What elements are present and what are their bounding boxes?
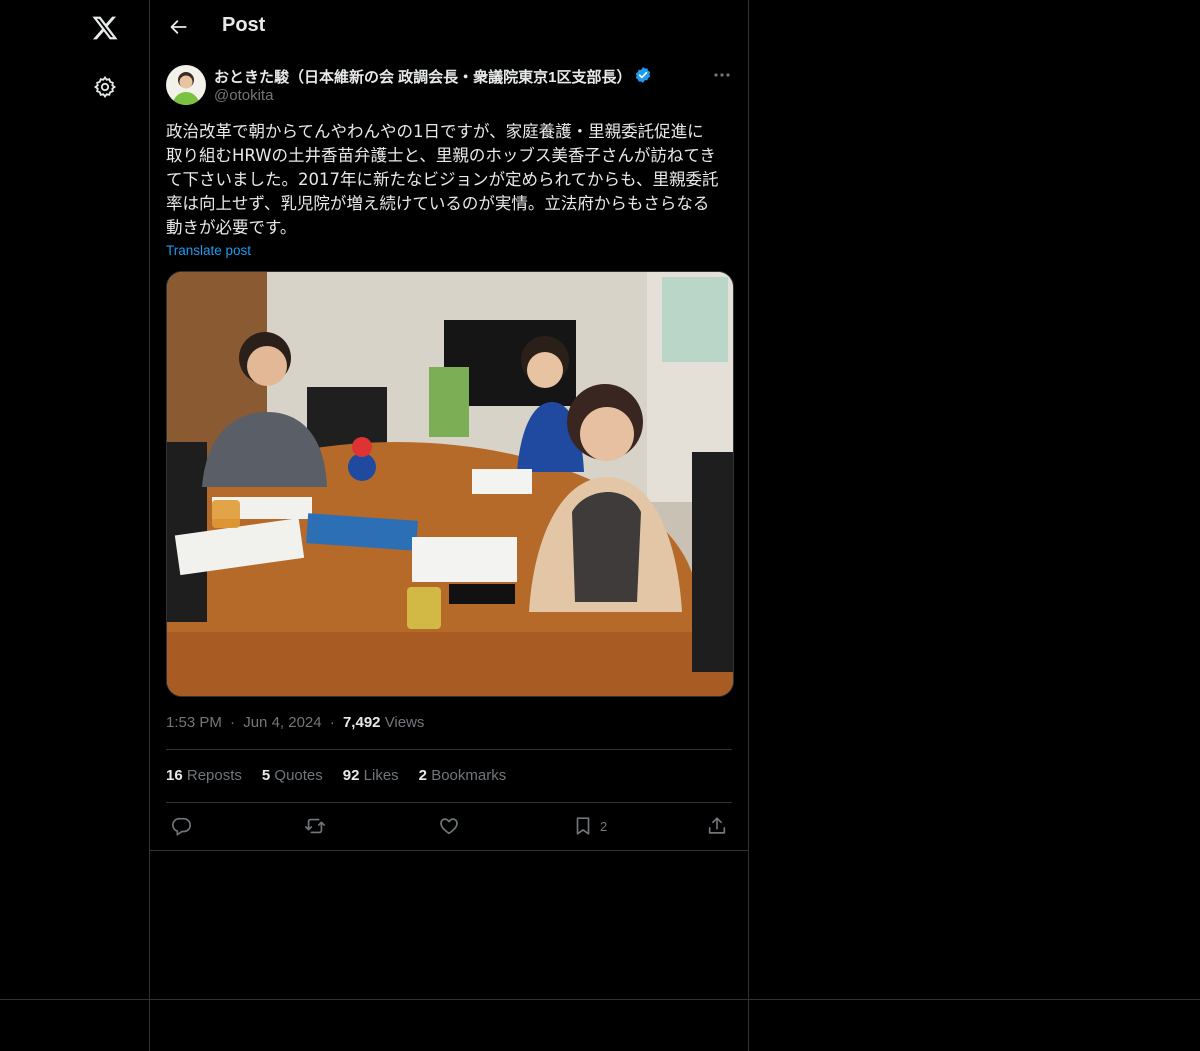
post-text-line: 取り組むHRWの土井香苗弁護士と、里親のホッブス美香子さんが訪ねてき <box>166 146 716 165</box>
gear-icon[interactable] <box>85 67 125 107</box>
like-heart-icon[interactable] <box>438 814 460 838</box>
post-header: Post <box>150 0 748 54</box>
post-date[interactable]: Jun 4, 2024 <box>243 714 321 731</box>
post-text-line: 率は向上せず、乳児院が増え続けているのが実情。立法府からもさらなる <box>166 194 710 213</box>
divider <box>150 850 748 851</box>
bookmarks-count: 2 <box>418 767 428 784</box>
bottom-divider <box>748 1000 749 1051</box>
likes-count: 92 <box>342 767 360 784</box>
likes-label: Likes <box>363 767 399 784</box>
bottom-divider <box>0 999 1200 1000</box>
left-rail <box>0 0 150 1000</box>
share-icon[interactable] <box>706 814 728 838</box>
bookmark-icon[interactable]: 2 <box>572 814 607 838</box>
meta-separator: · <box>230 714 236 731</box>
bookmarks-label: Bookmarks <box>431 767 507 784</box>
x-logo-icon[interactable] <box>85 8 125 48</box>
post-stats: 16 Reposts 5 Quotes 92 Likes 2 Bookmarks <box>166 767 506 784</box>
page-title: Post <box>222 14 266 36</box>
bookmark-count: 2 <box>600 818 608 834</box>
likes-stat[interactable]: 92 Likes <box>343 767 399 784</box>
post-text-line: 動きが必要です。 <box>166 218 297 237</box>
divider <box>166 802 732 803</box>
back-arrow-icon[interactable] <box>162 10 196 44</box>
post-column: Post おときた駿（日本維新の会 政調会長・衆議院東京1区支部長） @otok… <box>150 0 749 1000</box>
post-text: 政治改革で朝からてんやわんやの1日ですが、家庭養護・里親委託促進に 取り組むHR… <box>166 120 736 240</box>
reposts-count: 16 <box>166 767 183 784</box>
views-count: 7,492 <box>342 714 381 731</box>
translate-post-link[interactable]: Translate post <box>166 243 251 258</box>
divider <box>166 749 732 750</box>
action-bar: 2 <box>166 814 732 840</box>
post-text-line: 政治改革で朝からてんやわんやの1日ですが、家庭養護・里親委託促進に <box>166 122 704 141</box>
post-meta: 1:53 PM · Jun 4, 2024 · 7,492 Views <box>166 714 424 731</box>
author-handle[interactable]: @otokita <box>214 87 273 104</box>
quotes-label: Quotes <box>274 767 323 784</box>
post-time[interactable]: 1:53 PM <box>166 714 222 731</box>
repost-icon[interactable] <box>304 814 326 838</box>
post-text-line: て下さいました。2017年に新たなビジョンが定められてからも、里親委託 <box>166 170 719 189</box>
verified-badge-icon <box>634 66 652 84</box>
quotes-stat[interactable]: 5 Quotes <box>262 767 323 784</box>
reposts-stat[interactable]: 16 Reposts <box>166 767 242 784</box>
avatar[interactable] <box>166 65 206 105</box>
post-photo[interactable] <box>166 271 734 697</box>
meta-separator: · <box>329 714 335 731</box>
reposts-label: Reposts <box>186 767 242 784</box>
views-label: Views <box>384 714 425 731</box>
more-options-icon[interactable] <box>708 64 736 86</box>
reply-icon[interactable] <box>170 814 192 838</box>
author-name[interactable]: おときた駿（日本維新の会 政調会長・衆議院東京1区支部長） <box>214 66 632 87</box>
bottom-divider <box>149 1000 150 1051</box>
quotes-count: 5 <box>261 767 271 784</box>
bookmarks-stat[interactable]: 2 Bookmarks <box>419 767 507 784</box>
